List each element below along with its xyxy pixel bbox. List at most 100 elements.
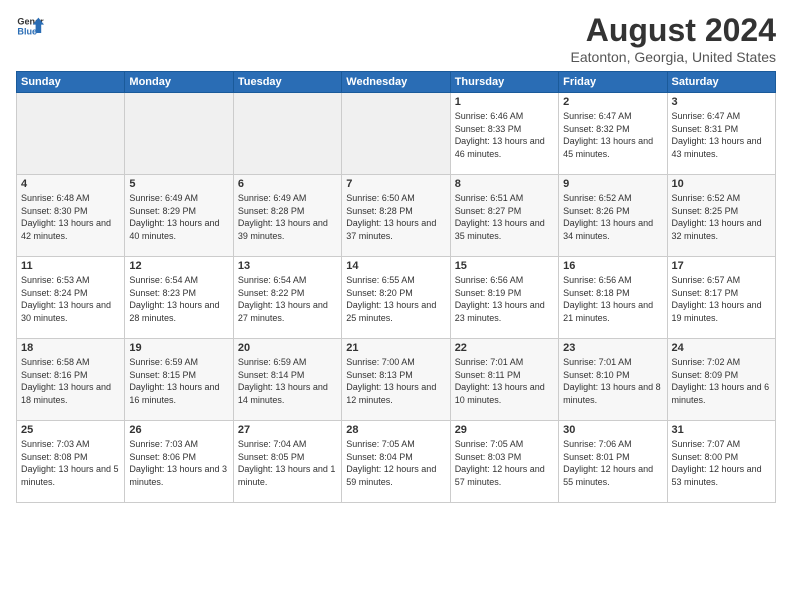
day-cell-9: 9 Sunrise: 6:52 AM Sunset: 8:26 PM Dayli… xyxy=(559,175,667,257)
day-cell-11: 11 Sunrise: 6:53 AM Sunset: 8:24 PM Dayl… xyxy=(17,257,125,339)
weekday-header-monday: Monday xyxy=(125,72,233,93)
day-number: 17 xyxy=(672,260,771,272)
day-info: Sunrise: 7:03 AM Sunset: 8:06 PM Dayligh… xyxy=(129,438,228,488)
day-cell-29: 29 Sunrise: 7:05 AM Sunset: 8:03 PM Dayl… xyxy=(450,421,558,503)
day-info: Sunrise: 6:56 AM Sunset: 8:18 PM Dayligh… xyxy=(563,274,662,324)
day-cell-5: 5 Sunrise: 6:49 AM Sunset: 8:29 PM Dayli… xyxy=(125,175,233,257)
day-cell-23: 23 Sunrise: 7:01 AM Sunset: 8:10 PM Dayl… xyxy=(559,339,667,421)
week-row-2: 4 Sunrise: 6:48 AM Sunset: 8:30 PM Dayli… xyxy=(17,175,776,257)
location: Eatonton, Georgia, United States xyxy=(571,49,776,65)
day-number: 30 xyxy=(563,424,662,436)
day-number: 27 xyxy=(238,424,337,436)
day-info: Sunrise: 6:49 AM Sunset: 8:28 PM Dayligh… xyxy=(238,192,337,242)
day-info: Sunrise: 7:01 AM Sunset: 8:10 PM Dayligh… xyxy=(563,356,662,406)
day-info: Sunrise: 7:00 AM Sunset: 8:13 PM Dayligh… xyxy=(346,356,445,406)
day-info: Sunrise: 6:52 AM Sunset: 8:26 PM Dayligh… xyxy=(563,192,662,242)
day-number: 12 xyxy=(129,260,228,272)
day-cell-empty-3 xyxy=(342,93,450,175)
day-info: Sunrise: 7:05 AM Sunset: 8:03 PM Dayligh… xyxy=(455,438,554,488)
day-number: 22 xyxy=(455,342,554,354)
day-info: Sunrise: 7:01 AM Sunset: 8:11 PM Dayligh… xyxy=(455,356,554,406)
day-cell-19: 19 Sunrise: 6:59 AM Sunset: 8:15 PM Dayl… xyxy=(125,339,233,421)
day-info: Sunrise: 6:54 AM Sunset: 8:23 PM Dayligh… xyxy=(129,274,228,324)
day-info: Sunrise: 6:58 AM Sunset: 8:16 PM Dayligh… xyxy=(21,356,120,406)
day-number: 29 xyxy=(455,424,554,436)
week-row-5: 25 Sunrise: 7:03 AM Sunset: 8:08 PM Dayl… xyxy=(17,421,776,503)
page-header: General Blue August 2024 Eatonton, Georg… xyxy=(16,12,776,65)
day-number: 7 xyxy=(346,178,445,190)
weekday-header-wednesday: Wednesday xyxy=(342,72,450,93)
day-number: 20 xyxy=(238,342,337,354)
day-number: 18 xyxy=(21,342,120,354)
day-number: 25 xyxy=(21,424,120,436)
day-info: Sunrise: 6:56 AM Sunset: 8:19 PM Dayligh… xyxy=(455,274,554,324)
day-cell-27: 27 Sunrise: 7:04 AM Sunset: 8:05 PM Dayl… xyxy=(233,421,341,503)
day-info: Sunrise: 6:59 AM Sunset: 8:15 PM Dayligh… xyxy=(129,356,228,406)
month-year: August 2024 xyxy=(571,12,776,49)
day-cell-22: 22 Sunrise: 7:01 AM Sunset: 8:11 PM Dayl… xyxy=(450,339,558,421)
day-number: 2 xyxy=(563,96,662,108)
day-cell-empty-2 xyxy=(233,93,341,175)
logo-icon: General Blue xyxy=(16,12,44,40)
day-cell-20: 20 Sunrise: 6:59 AM Sunset: 8:14 PM Dayl… xyxy=(233,339,341,421)
day-info: Sunrise: 6:50 AM Sunset: 8:28 PM Dayligh… xyxy=(346,192,445,242)
calendar-table: SundayMondayTuesdayWednesdayThursdayFrid… xyxy=(16,71,776,503)
day-number: 23 xyxy=(563,342,662,354)
weekday-header-row: SundayMondayTuesdayWednesdayThursdayFrid… xyxy=(17,72,776,93)
day-number: 16 xyxy=(563,260,662,272)
day-cell-1: 1 Sunrise: 6:46 AM Sunset: 8:33 PM Dayli… xyxy=(450,93,558,175)
day-cell-26: 26 Sunrise: 7:03 AM Sunset: 8:06 PM Dayl… xyxy=(125,421,233,503)
day-info: Sunrise: 7:06 AM Sunset: 8:01 PM Dayligh… xyxy=(563,438,662,488)
day-info: Sunrise: 6:47 AM Sunset: 8:31 PM Dayligh… xyxy=(672,110,771,160)
svg-text:Blue: Blue xyxy=(17,26,37,36)
day-cell-10: 10 Sunrise: 6:52 AM Sunset: 8:25 PM Dayl… xyxy=(667,175,775,257)
day-number: 19 xyxy=(129,342,228,354)
day-number: 13 xyxy=(238,260,337,272)
day-number: 15 xyxy=(455,260,554,272)
day-info: Sunrise: 6:57 AM Sunset: 8:17 PM Dayligh… xyxy=(672,274,771,324)
day-cell-3: 3 Sunrise: 6:47 AM Sunset: 8:31 PM Dayli… xyxy=(667,93,775,175)
day-info: Sunrise: 7:02 AM Sunset: 8:09 PM Dayligh… xyxy=(672,356,771,406)
day-cell-17: 17 Sunrise: 6:57 AM Sunset: 8:17 PM Dayl… xyxy=(667,257,775,339)
day-cell-15: 15 Sunrise: 6:56 AM Sunset: 8:19 PM Dayl… xyxy=(450,257,558,339)
day-number: 24 xyxy=(672,342,771,354)
day-info: Sunrise: 7:07 AM Sunset: 8:00 PM Dayligh… xyxy=(672,438,771,488)
day-cell-empty-1 xyxy=(125,93,233,175)
day-cell-4: 4 Sunrise: 6:48 AM Sunset: 8:30 PM Dayli… xyxy=(17,175,125,257)
day-number: 21 xyxy=(346,342,445,354)
day-cell-8: 8 Sunrise: 6:51 AM Sunset: 8:27 PM Dayli… xyxy=(450,175,558,257)
day-cell-25: 25 Sunrise: 7:03 AM Sunset: 8:08 PM Dayl… xyxy=(17,421,125,503)
day-cell-7: 7 Sunrise: 6:50 AM Sunset: 8:28 PM Dayli… xyxy=(342,175,450,257)
day-cell-13: 13 Sunrise: 6:54 AM Sunset: 8:22 PM Dayl… xyxy=(233,257,341,339)
day-cell-28: 28 Sunrise: 7:05 AM Sunset: 8:04 PM Dayl… xyxy=(342,421,450,503)
week-row-4: 18 Sunrise: 6:58 AM Sunset: 8:16 PM Dayl… xyxy=(17,339,776,421)
day-cell-16: 16 Sunrise: 6:56 AM Sunset: 8:18 PM Dayl… xyxy=(559,257,667,339)
day-cell-empty-0 xyxy=(17,93,125,175)
weekday-header-tuesday: Tuesday xyxy=(233,72,341,93)
weekday-header-friday: Friday xyxy=(559,72,667,93)
day-cell-6: 6 Sunrise: 6:49 AM Sunset: 8:28 PM Dayli… xyxy=(233,175,341,257)
day-cell-21: 21 Sunrise: 7:00 AM Sunset: 8:13 PM Dayl… xyxy=(342,339,450,421)
day-number: 6 xyxy=(238,178,337,190)
day-number: 5 xyxy=(129,178,228,190)
weekday-header-saturday: Saturday xyxy=(667,72,775,93)
weekday-header-thursday: Thursday xyxy=(450,72,558,93)
weekday-header-sunday: Sunday xyxy=(17,72,125,93)
day-number: 9 xyxy=(563,178,662,190)
day-cell-24: 24 Sunrise: 7:02 AM Sunset: 8:09 PM Dayl… xyxy=(667,339,775,421)
day-number: 1 xyxy=(455,96,554,108)
day-number: 4 xyxy=(21,178,120,190)
day-info: Sunrise: 7:03 AM Sunset: 8:08 PM Dayligh… xyxy=(21,438,120,488)
week-row-1: 1 Sunrise: 6:46 AM Sunset: 8:33 PM Dayli… xyxy=(17,93,776,175)
day-info: Sunrise: 6:48 AM Sunset: 8:30 PM Dayligh… xyxy=(21,192,120,242)
day-number: 8 xyxy=(455,178,554,190)
day-number: 14 xyxy=(346,260,445,272)
day-info: Sunrise: 7:05 AM Sunset: 8:04 PM Dayligh… xyxy=(346,438,445,488)
logo: General Blue xyxy=(16,12,44,40)
day-info: Sunrise: 6:55 AM Sunset: 8:20 PM Dayligh… xyxy=(346,274,445,324)
day-cell-2: 2 Sunrise: 6:47 AM Sunset: 8:32 PM Dayli… xyxy=(559,93,667,175)
day-info: Sunrise: 6:52 AM Sunset: 8:25 PM Dayligh… xyxy=(672,192,771,242)
day-info: Sunrise: 6:46 AM Sunset: 8:33 PM Dayligh… xyxy=(455,110,554,160)
day-cell-31: 31 Sunrise: 7:07 AM Sunset: 8:00 PM Dayl… xyxy=(667,421,775,503)
day-cell-18: 18 Sunrise: 6:58 AM Sunset: 8:16 PM Dayl… xyxy=(17,339,125,421)
